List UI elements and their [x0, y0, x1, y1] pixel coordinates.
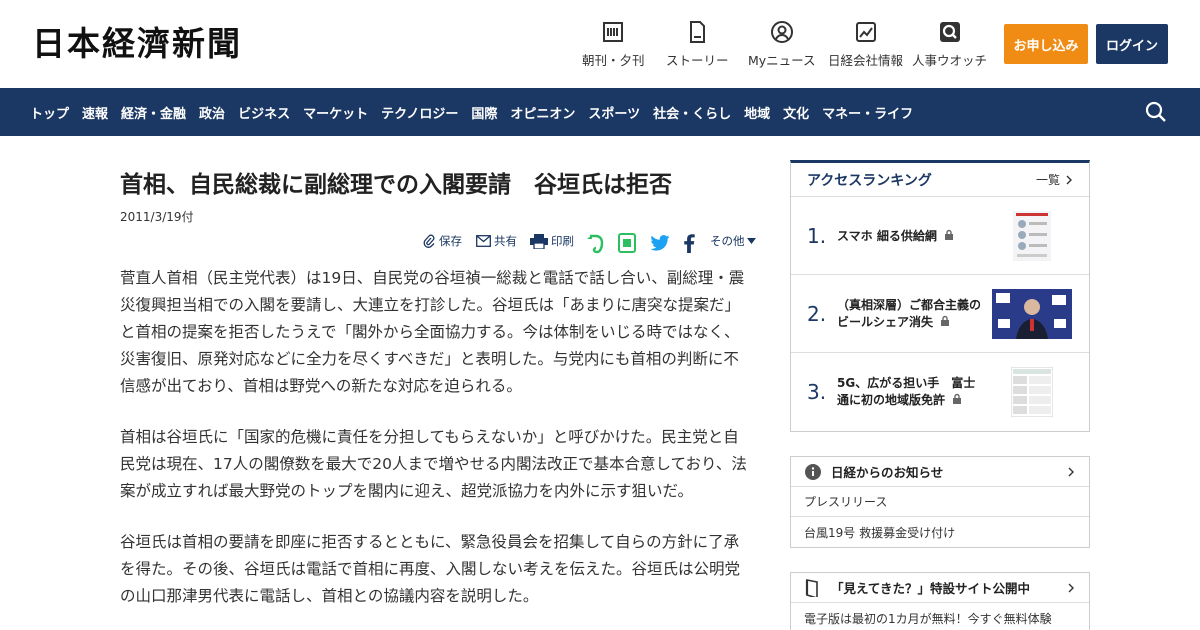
facebook-icon[interactable] — [683, 234, 695, 253]
nav-label: 人事ウオッチ — [912, 53, 988, 68]
access-ranking: アクセスランキング 一覧 1. スマホ 細る供給網 2. （真相深層）ご都合主義… — [790, 160, 1090, 432]
mail-icon — [476, 235, 491, 247]
ranking-thumbnail — [992, 289, 1072, 339]
save-button[interactable]: 保存 — [422, 233, 462, 249]
free-trial-link[interactable]: 電子版は最初の1カ月が無料！今すぐ無料体験 — [791, 603, 1089, 630]
document-icon — [690, 21, 706, 43]
search-person-icon — [939, 22, 960, 42]
nav-label: 朝刊・夕刊 — [582, 53, 645, 68]
lock-icon — [941, 315, 950, 326]
ranking-all-link[interactable]: 一覧 — [1036, 171, 1073, 188]
article-paragraph: 菅直人首相（民主党代表）は19日、自民党の谷垣禎一総裁と電話で話し合い、副総理・… — [120, 269, 745, 395]
nav-item-breaking[interactable]: 速報 — [82, 103, 108, 122]
main-nav: トップ 速報 経済・金融 政治 ビジネス マーケット テクノロジー 国際 オピニ… — [0, 88, 1200, 136]
ranking-item-3[interactable]: 3. 5G、広がる担い手 富士通に初の地域版免許 — [791, 353, 1089, 431]
nav-item-region[interactable]: 地域 — [744, 103, 770, 122]
article-paragraph: 谷垣氏は首相の要請を即座に拒否するとともに、緊急役員会を招集して自らの方針に了承… — [120, 533, 741, 605]
notice-link-donation[interactable]: 台風19号 救援募金受け付け — [791, 517, 1089, 547]
article-paragraph: 首相は谷垣氏に「国家的危機に責任を分担してもらえないか」と呼びかけた。民主党と自… — [120, 428, 747, 500]
nav-morning-evening[interactable]: 朝刊・夕刊 — [582, 20, 645, 69]
nikkei-notice: 日経からのお知らせ プレスリリース 台風19号 救援募金受け付け — [790, 456, 1090, 548]
memo-icon[interactable] — [618, 233, 636, 253]
subscribe-button[interactable]: お申し込み — [1004, 24, 1088, 64]
article-toolbar: 保存 共有 印刷 その他 — [120, 233, 759, 254]
rank-number: 3. — [807, 380, 827, 404]
nav-item-economy[interactable]: 経済・金融 — [121, 103, 186, 122]
chevron-right-icon — [1068, 467, 1074, 477]
notice-header[interactable]: 日経からのお知らせ — [791, 457, 1089, 487]
nav-item-money-life[interactable]: マネー・ライフ — [822, 103, 913, 122]
chevron-right-icon — [1066, 175, 1072, 184]
more-dropdown[interactable]: その他 — [710, 233, 759, 249]
lock-icon — [945, 229, 954, 240]
nav-item-opinion[interactable]: オピニオン — [510, 103, 575, 122]
user-icon — [770, 21, 793, 43]
search-icon[interactable] — [1144, 100, 1168, 124]
nav-my-news[interactable]: Myニュース — [748, 20, 816, 69]
nav-item-international[interactable]: 国際 — [471, 103, 497, 122]
ranking-item-1[interactable]: 1. スマホ 細る供給網 — [791, 197, 1089, 275]
nav-item-business[interactable]: ビジネス — [238, 103, 290, 122]
chevron-right-icon — [1068, 583, 1074, 593]
caret-down-icon — [746, 238, 756, 244]
nav-company-info[interactable]: 日経会社情報 — [828, 20, 903, 69]
special-site-box: 「見えてきた？」特設サイト公開中 電子版は最初の1カ月が無料！今すぐ無料体験 — [790, 572, 1090, 630]
nav-personnel-watch[interactable]: 人事ウオッチ — [912, 20, 987, 69]
evernote-icon[interactable] — [586, 234, 604, 254]
nav-item-politics[interactable]: 政治 — [199, 103, 225, 122]
ranking-item-2[interactable]: 2. （真相深層）ご都合主義のビールシェア消失 — [791, 275, 1089, 353]
nav-label: Myニュース — [748, 53, 816, 68]
lock-icon — [953, 393, 962, 404]
company-chart-icon — [855, 22, 876, 42]
article: 首相、自民総裁に副総理での入閣要請 谷垣氏は拒否 2011/3/19付 保存 共… — [120, 160, 756, 605]
newspaper-icon — [603, 22, 624, 42]
print-button[interactable]: 印刷 — [530, 233, 574, 249]
nav-item-top[interactable]: トップ — [30, 103, 69, 122]
clip-icon — [423, 234, 435, 248]
site-logo[interactable]: 日本経濟新聞 — [32, 25, 242, 63]
article-title: 首相、自民総裁に副総理での入閣要請 谷垣氏は拒否 — [120, 172, 672, 198]
nav-item-culture[interactable]: 文化 — [783, 103, 809, 122]
nav-label: 日経会社情報 — [828, 53, 904, 68]
nav-item-technology[interactable]: テクノロジー — [381, 103, 458, 122]
nav-item-market[interactable]: マーケット — [303, 103, 368, 122]
nav-label: ストーリー — [666, 53, 729, 68]
ranking-title: アクセスランキング — [807, 172, 932, 189]
info-icon — [805, 463, 821, 480]
site-header: 日本経濟新聞 朝刊・夕刊 ストーリー Myニュース 日経会社情報 人事ウオッチ … — [0, 0, 1200, 88]
share-button[interactable]: 共有 — [476, 233, 517, 249]
rank-number: 1. — [807, 224, 827, 248]
notice-link-press-release[interactable]: プレスリリース — [791, 487, 1089, 517]
rank-headline: スマホ 細る供給網 — [837, 197, 987, 275]
ranking-thumbnail — [1013, 211, 1051, 261]
nav-item-society[interactable]: 社会・くらし — [653, 103, 731, 122]
ranking-header: アクセスランキング 一覧 — [791, 163, 1089, 197]
rank-headline: （真相深層）ご都合主義のビールシェア消失 — [837, 298, 982, 329]
special-header[interactable]: 「見えてきた？」特設サイト公開中 — [791, 573, 1089, 603]
nav-story[interactable]: ストーリー — [666, 20, 729, 69]
nav-item-sports[interactable]: スポーツ — [588, 103, 640, 122]
article-body: 菅直人首相（民主党代表）は19日、自民党の谷垣禎一総裁と電話で話し合い、副総理・… — [120, 265, 750, 630]
rank-number: 2. — [807, 302, 827, 326]
rank-headline: 5G、広がる担い手 富士通に初の地域版免許 — [837, 376, 976, 407]
printer-icon — [530, 233, 548, 249]
bookmark-flag-icon — [805, 578, 818, 597]
twitter-icon[interactable] — [650, 235, 670, 251]
ranking-thumbnail — [1011, 367, 1053, 417]
login-button[interactable]: ログイン — [1096, 24, 1168, 64]
article-date: 2011/3/19付 — [120, 210, 194, 224]
